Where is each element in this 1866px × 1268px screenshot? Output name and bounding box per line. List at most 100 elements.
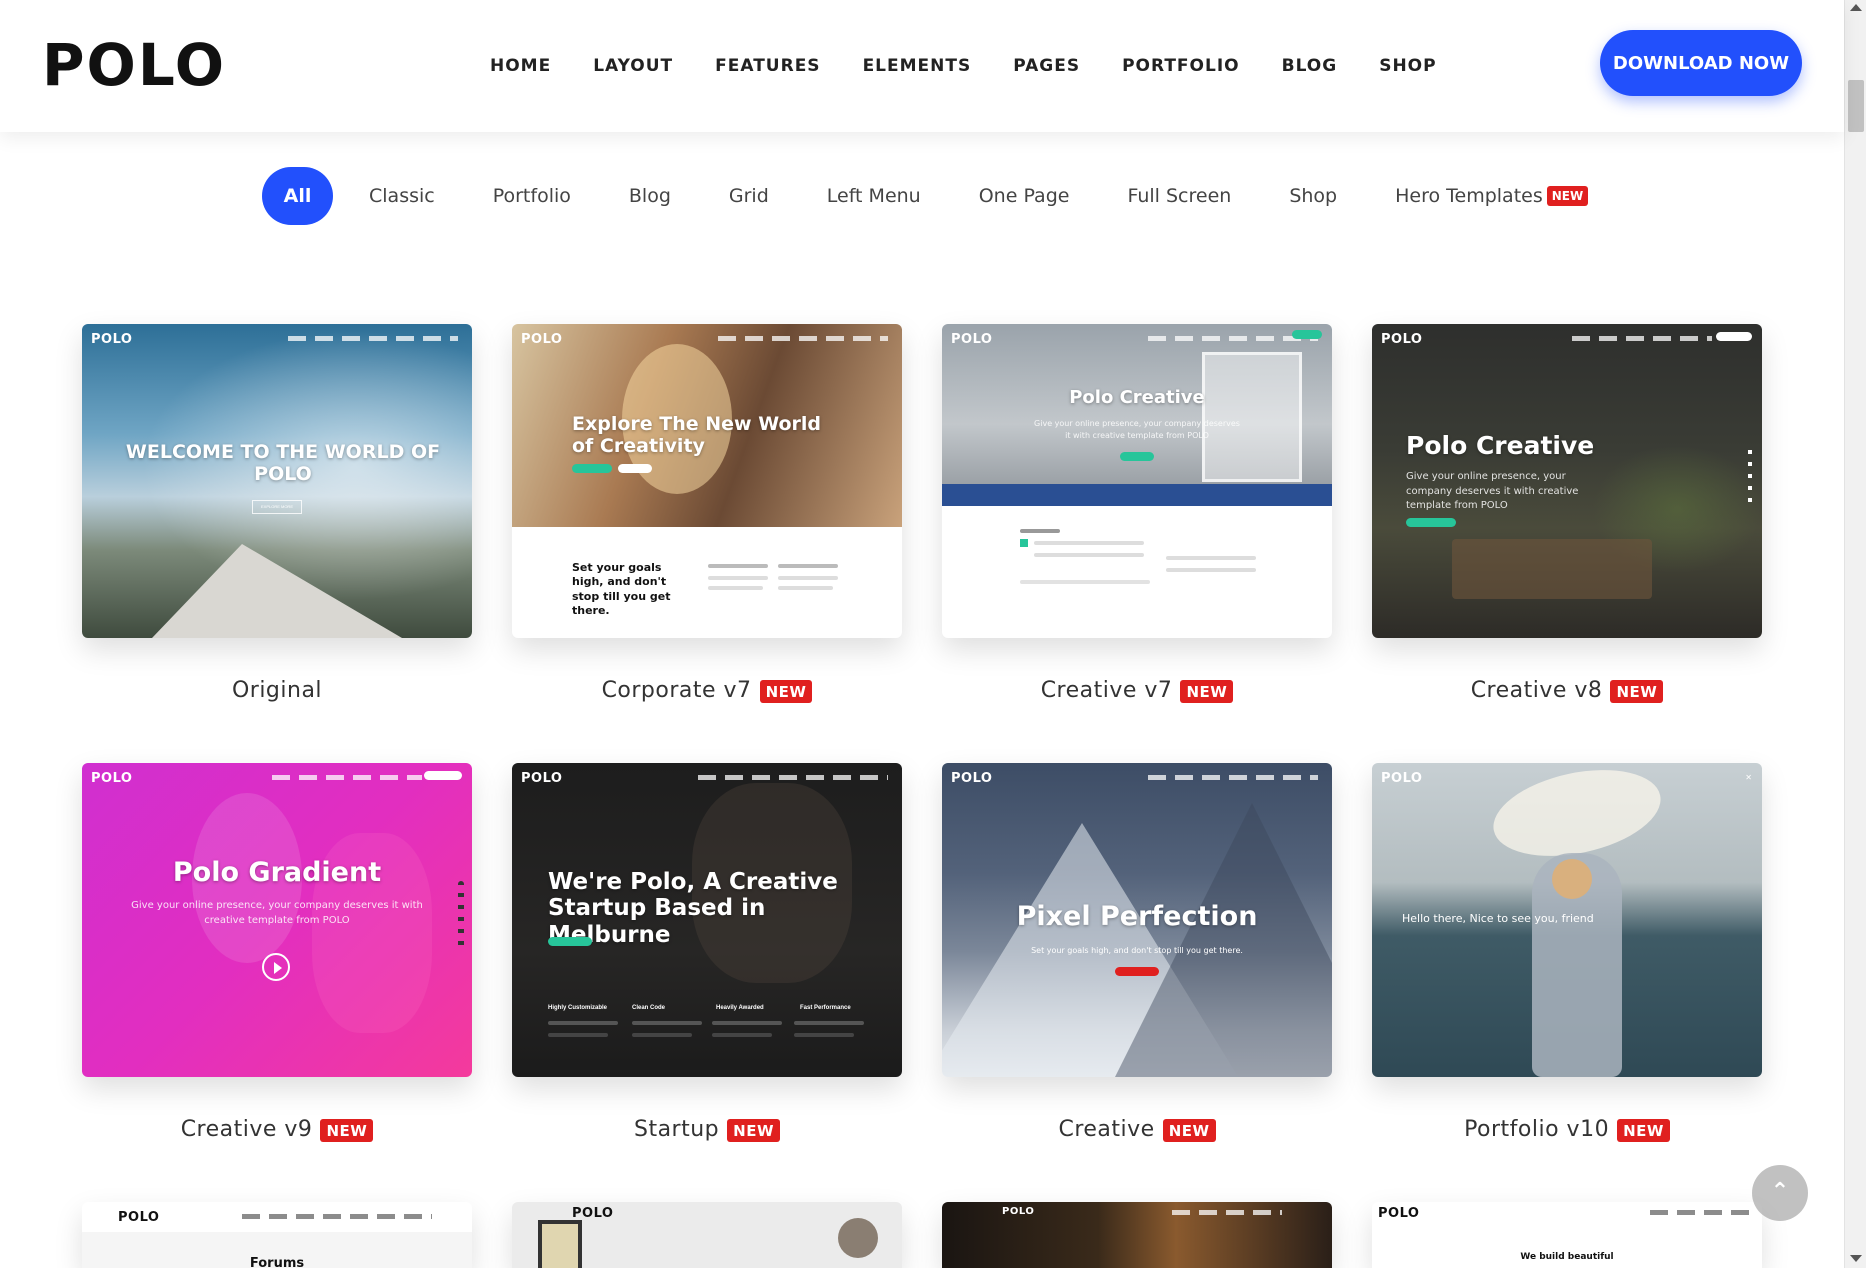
filter-portfolio[interactable]: Portfolio xyxy=(493,167,571,225)
mini-logo: POLO xyxy=(521,332,563,347)
filter-full-screen[interactable]: Full Screen xyxy=(1127,167,1231,225)
new-badge: NEW xyxy=(1610,679,1664,703)
nav-portfolio[interactable]: PORTFOLIO xyxy=(1122,56,1240,76)
body-title: Set your goals high, and don't stop till… xyxy=(572,561,671,617)
mini-logo: POLO xyxy=(1378,1206,1420,1221)
demo-thumbnail[interactable]: POLO Explore The New World of Creativity… xyxy=(512,324,902,638)
filter-classic[interactable]: Classic xyxy=(369,167,435,225)
text-line xyxy=(712,1033,772,1037)
play-icon[interactable] xyxy=(262,953,290,981)
hero-secondary-button xyxy=(618,464,652,473)
mini-nav xyxy=(242,1214,432,1219)
demo-caption[interactable]: Creative v9 NEW xyxy=(82,1117,472,1142)
hero-subtitle: Give your online presence, your company … xyxy=(1406,471,1579,511)
demo-caption[interactable]: Creative NEW xyxy=(942,1117,1332,1142)
download-now-button[interactable]: DOWNLOAD NOW xyxy=(1600,30,1802,96)
demo-card-portfolio-v10: POLO ✕ Hello there, Nice to see you, fri… xyxy=(1372,763,1762,1142)
hero-button xyxy=(1115,967,1159,976)
nav-elements[interactable]: ELEMENTS xyxy=(863,56,972,76)
filter-shop[interactable]: Shop xyxy=(1289,167,1337,225)
text-line xyxy=(708,586,763,590)
mini-nav xyxy=(288,336,458,341)
text-line xyxy=(794,1021,864,1025)
demo-card-forums: POLO Forums xyxy=(82,1202,472,1268)
text-line xyxy=(1020,580,1150,584)
close-icon[interactable]: ✕ xyxy=(1745,773,1752,782)
mini-logo: POLO xyxy=(572,1206,614,1221)
demo-caption-label: Corporate v7 xyxy=(601,678,752,703)
filter-grid[interactable]: Grid xyxy=(729,167,769,225)
demo-thumbnail[interactable]: POLO xyxy=(512,1202,902,1268)
contact-pill xyxy=(1716,332,1752,341)
filter-hero-templates[interactable]: Hero Templates NEW xyxy=(1395,167,1589,225)
site-logo[interactable]: POLO xyxy=(42,30,226,100)
mini-nav xyxy=(698,775,888,780)
nav-features[interactable]: FEATURES xyxy=(715,56,820,76)
hero-button xyxy=(1120,452,1154,461)
nav-pages[interactable]: PAGES xyxy=(1013,56,1080,76)
demo-caption[interactable]: Portfolio v10 NEW xyxy=(1372,1117,1762,1142)
demo-caption[interactable]: Creative v8 NEW xyxy=(1372,678,1762,703)
slider-dots[interactable] xyxy=(458,881,464,951)
page-scrollbar[interactable] xyxy=(1844,0,1866,1268)
sofa-band xyxy=(942,484,1332,506)
hero-title: WELCOME TO THE WORLD OF POLO xyxy=(125,441,441,485)
mini-nav xyxy=(272,775,422,780)
demo-caption-label: Portfolio v10 xyxy=(1464,1117,1610,1142)
demo-caption-label: Creative v9 xyxy=(180,1117,313,1142)
demo-caption-label: Creative v8 xyxy=(1470,678,1603,703)
hero-title: Polo Gradient xyxy=(172,857,382,888)
demo-thumbnail[interactable]: POLO Pixel Perfection Set your goals hig… xyxy=(942,763,1332,1077)
demo-thumbnail[interactable]: POLO We build beautiful xyxy=(1372,1202,1762,1268)
chevron-up-icon: ⌃ xyxy=(1770,1178,1790,1204)
demo-caption[interactable]: Corporate v7 NEW xyxy=(512,678,902,703)
text-line xyxy=(1166,568,1256,572)
feature-label: Clean Code xyxy=(632,1005,666,1011)
hero-title: Explore The New World of Creativity xyxy=(572,413,822,457)
demo-thumbnail[interactable]: POLO Polo Gradient Give your online pres… xyxy=(82,763,472,1077)
feature-label: Highly Customizable xyxy=(548,1005,608,1011)
nav-home[interactable]: HOME xyxy=(490,56,551,76)
demo-card-dark: POLO xyxy=(942,1202,1332,1268)
scroll-down-arrow-icon[interactable] xyxy=(1850,1255,1862,1262)
demo-thumbnail[interactable]: POLO Forums xyxy=(82,1202,472,1268)
contact-pill xyxy=(1292,330,1322,339)
nav-blog[interactable]: BLOG xyxy=(1282,56,1338,76)
feature-row: Highly Customizable Clean Code Heavily A… xyxy=(548,1005,878,1011)
mini-nav xyxy=(1572,336,1712,341)
lamp-shape xyxy=(838,1218,878,1258)
demo-thumbnail[interactable]: POLO We're Polo, A Creative Startup Base… xyxy=(512,763,902,1077)
mini-logo: POLO xyxy=(1002,1206,1035,1217)
demo-thumbnail[interactable]: POLO WELCOME TO THE WORLD OF POLO EXPLOR… xyxy=(82,324,472,638)
filter-blog[interactable]: Blog xyxy=(629,167,671,225)
hero-title: We're Polo, A Creative Startup Based in … xyxy=(548,869,838,948)
nav-layout[interactable]: LAYOUT xyxy=(593,56,673,76)
demo-caption-label: Creative v7 xyxy=(1040,678,1173,703)
nav-shop[interactable]: SHOP xyxy=(1379,56,1436,76)
slider-dots[interactable] xyxy=(1748,450,1752,506)
demo-thumbnail[interactable]: POLO Polo Creative Give your online pres… xyxy=(942,324,1332,638)
scroll-thumb[interactable] xyxy=(1848,80,1864,132)
demo-caption[interactable]: Creative v7 NEW xyxy=(942,678,1332,703)
filter-left-menu[interactable]: Left Menu xyxy=(827,167,921,225)
mini-nav xyxy=(1172,1210,1282,1215)
scroll-up-arrow-icon[interactable] xyxy=(1850,4,1862,11)
demo-caption[interactable]: Startup NEW xyxy=(512,1117,902,1142)
demo-thumbnail[interactable]: POLO ✕ Hello there, Nice to see you, fri… xyxy=(1372,763,1762,1077)
new-badge: NEW xyxy=(1180,679,1234,703)
scroll-to-top-button[interactable]: ⌃ xyxy=(1752,1165,1808,1221)
text-line xyxy=(708,564,768,568)
mini-nav xyxy=(718,336,888,341)
hero-title: Polo Creative xyxy=(1406,431,1595,460)
page-title: Forums xyxy=(249,1256,305,1268)
filter-hero-templates-label: Hero Templates xyxy=(1395,185,1543,207)
mountain-ridge xyxy=(152,544,402,638)
demo-caption[interactable]: Original xyxy=(82,678,472,703)
hero-subtitle: Set your goals high, and don't stop till… xyxy=(1031,946,1243,955)
mini-nav xyxy=(1650,1210,1750,1215)
demo-thumbnail[interactable]: POLO Polo Creative Give your online pres… xyxy=(1372,324,1762,638)
filter-all[interactable]: All xyxy=(262,167,333,225)
new-badge: NEW xyxy=(1546,186,1589,206)
demo-thumbnail[interactable]: POLO xyxy=(942,1202,1332,1268)
filter-one-page[interactable]: One Page xyxy=(979,167,1070,225)
